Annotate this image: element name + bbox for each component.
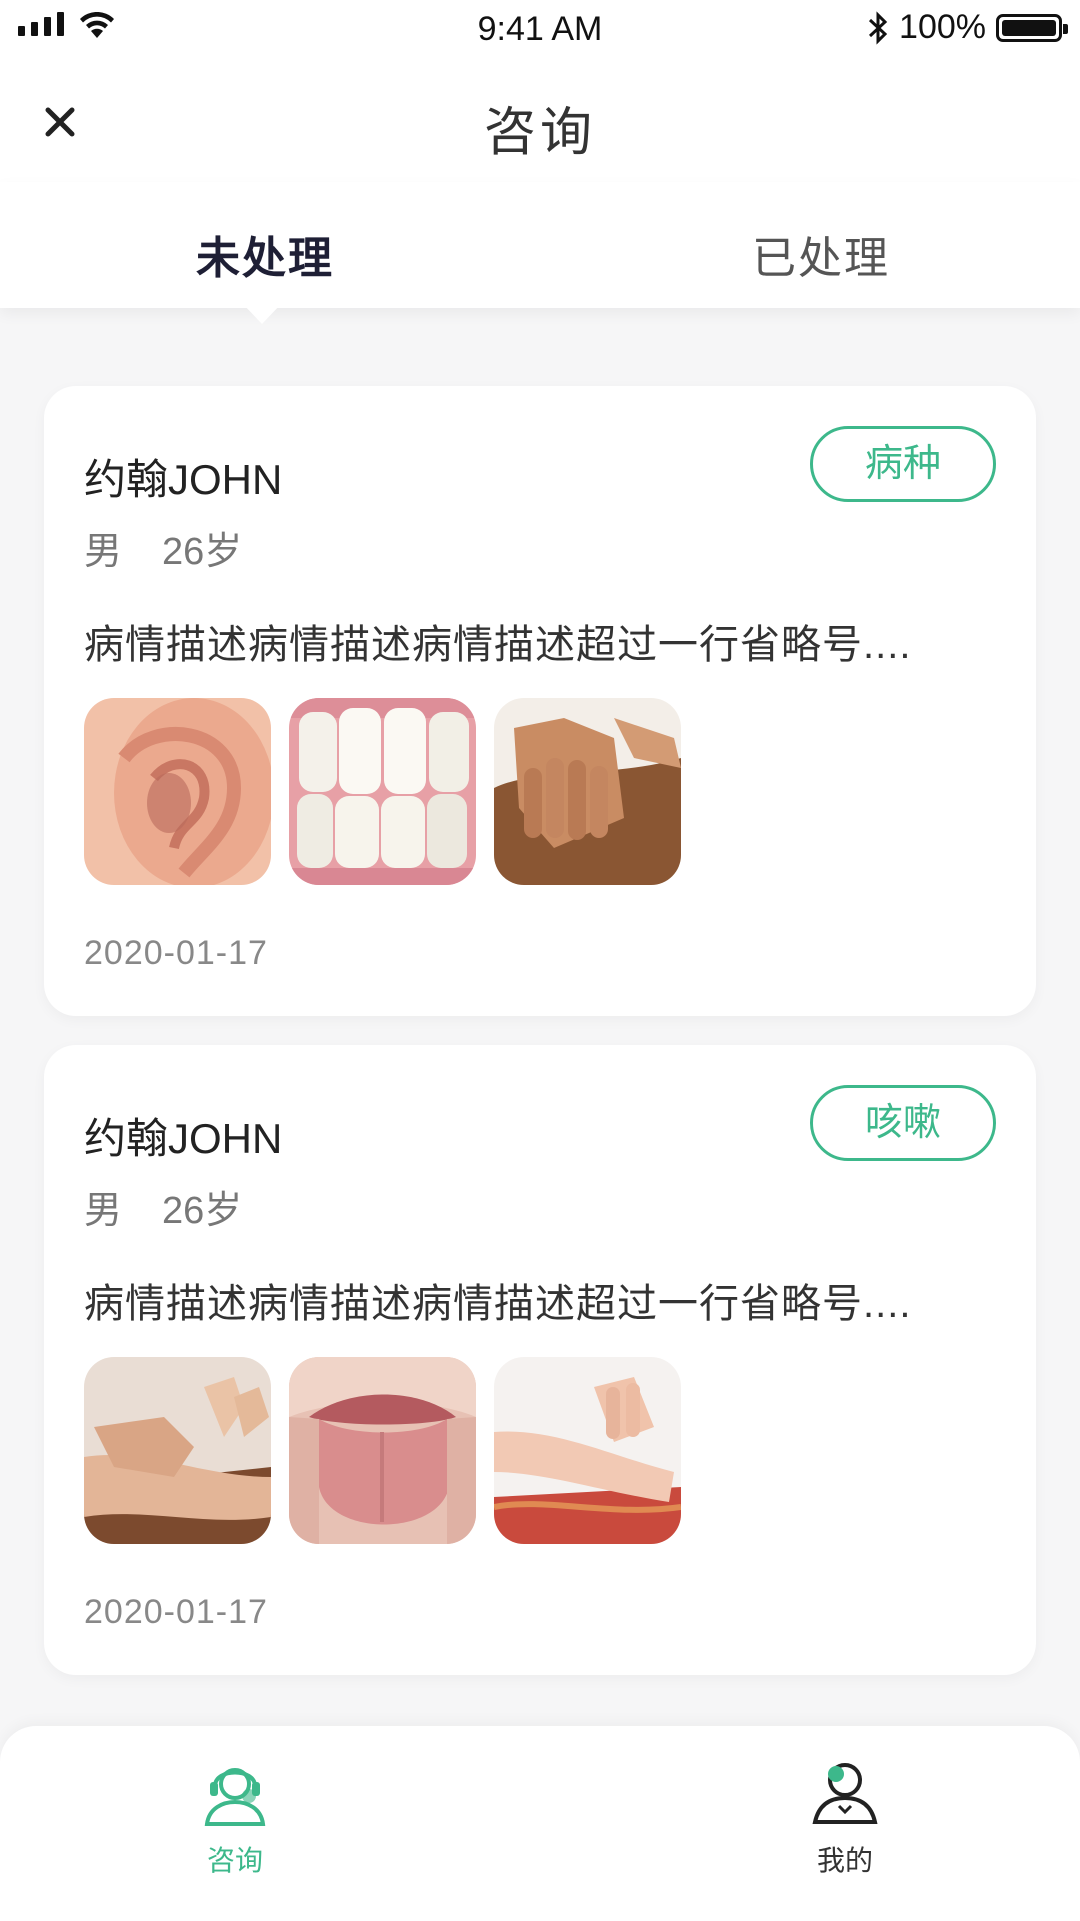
ear-photo[interactable]	[84, 698, 271, 885]
bottom-tab-consult[interactable]: 咨询	[155, 1756, 315, 1879]
bottom-tab-bar: 咨询 我的	[0, 1726, 1080, 1921]
bluetooth-icon	[869, 10, 888, 45]
disease-tag[interactable]: 咳嗽	[810, 1085, 996, 1161]
battery-percent: 100%	[899, 8, 986, 46]
patient-gender: 男	[84, 531, 123, 573]
profile-icon	[812, 1763, 878, 1824]
patient-gender: 男	[84, 1190, 123, 1232]
massage-hands-photo[interactable]	[494, 698, 681, 885]
condition-description: 病情描述病情描述病情描述超过一行省略号....	[84, 1282, 912, 1326]
image-list	[84, 698, 681, 885]
consultation-date: 2020-01-17	[84, 1593, 268, 1631]
patient-name: 约翰JOHN	[84, 1115, 283, 1162]
patient-age: 26岁	[162, 1190, 243, 1232]
condition-description: 病情描述病情描述病情描述超过一行省略号....	[84, 623, 912, 667]
patient-name: 约翰JOHN	[84, 456, 283, 503]
bottom-tab-mine[interactable]: 我的	[765, 1756, 925, 1879]
battery-icon	[996, 13, 1068, 42]
tab-bar: 未处理 已处理	[0, 182, 1080, 308]
tab-processed[interactable]: 已处理	[752, 222, 890, 286]
patient-meta: 男 26岁	[84, 1179, 242, 1234]
consultation-card[interactable]: 约翰JOHN 男 26岁 病种 病情描述病情描述病情描述超过一行省略号....	[44, 386, 1036, 1016]
consultation-date: 2020-01-17	[84, 934, 268, 972]
consultation-card[interactable]: 约翰JOHN 男 26岁 咳嗽 病情描述病情描述病情描述超过一行省略号....	[44, 1045, 1036, 1675]
disease-tag[interactable]: 病种	[810, 426, 996, 502]
consult-headset-icon	[204, 1768, 266, 1826]
nav-bar: 咨询	[0, 62, 1080, 182]
status-bar: 9:41 AM 100%	[0, 0, 1080, 62]
bottom-tab-mine-label: 我的	[816, 1845, 873, 1876]
page-title: 咨询	[483, 104, 596, 162]
pulse-taking-photo[interactable]	[84, 1357, 271, 1544]
patient-meta: 男 26岁	[84, 520, 242, 575]
tongue-photo[interactable]	[289, 1357, 476, 1544]
image-list	[84, 1357, 681, 1544]
bottom-tab-consult-label: 咨询	[206, 1845, 263, 1876]
active-tab-indicator	[243, 304, 281, 324]
teeth-photo[interactable]	[289, 698, 476, 885]
wrist-pulse-photo[interactable]	[494, 1357, 681, 1544]
tab-unprocessed[interactable]: 未处理	[196, 222, 334, 286]
patient-age: 26岁	[162, 531, 243, 573]
